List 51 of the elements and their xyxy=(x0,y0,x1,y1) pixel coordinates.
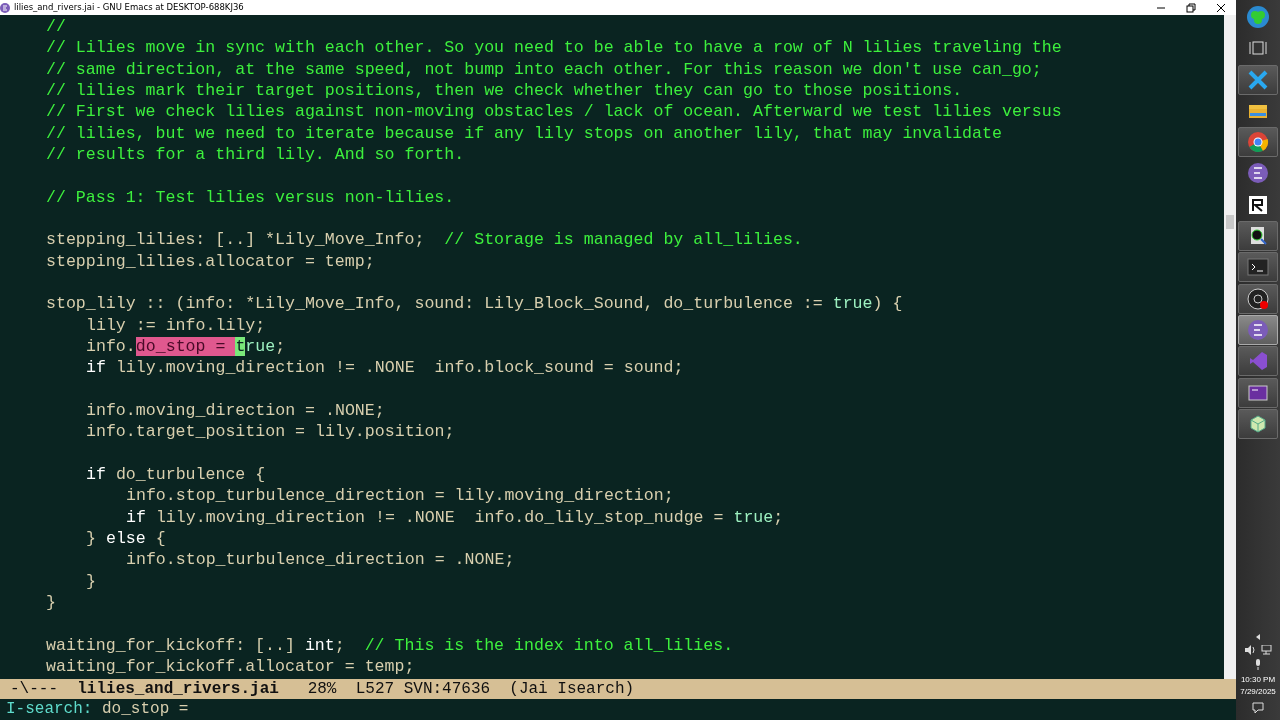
restore-icon xyxy=(1186,2,1196,13)
code-line: // Pass 1: Test lilies versus non-lilies. xyxy=(46,186,456,208)
taskbar-app[interactable] xyxy=(1238,283,1278,314)
code-line: // same direction, at the same speed, not bump into each other. For this reason we don't use can_go; xyxy=(46,58,1043,80)
search-query: do_stop = xyxy=(102,699,189,720)
taskbar-app[interactable] xyxy=(1238,221,1278,252)
scrollbar-thumb[interactable] xyxy=(1226,215,1234,229)
search-prompt: I-search: xyxy=(6,699,93,720)
terminal-icon xyxy=(1247,256,1269,279)
speaker-icon[interactable] xyxy=(1244,645,1256,655)
code-line: // First we check lilies against non-moving obstacles / lack of ocean. Afterward we test lilies versus xyxy=(46,101,1063,123)
code-line: // Lilies move in sync with each other. So you need to be able to have a row of N lilies traveling the xyxy=(46,37,1063,59)
code-line: // lilies mark their target positions, then we check whether they can go to those positions. xyxy=(46,80,964,102)
microphone-icon[interactable] xyxy=(1254,659,1262,670)
code-line: info.moving_direction = .NONE; xyxy=(86,399,386,422)
code-line: info.stop_turbulence_direction = lily.moving_direction; xyxy=(126,485,675,507)
code-line: if lily.moving_direction != .NONE info.block_sound = sound; xyxy=(86,357,685,379)
emacs-icon xyxy=(1247,162,1269,185)
code-line: // xyxy=(46,16,67,38)
code-line: info.target_position = lily.position; xyxy=(86,421,456,443)
clock-date[interactable]: 7/29/2025 xyxy=(1240,686,1276,698)
chrome-icon xyxy=(1247,131,1269,154)
code-line: waiting_for_kickoff.allocator = temp; xyxy=(46,655,416,678)
chevron-icon[interactable] xyxy=(1255,633,1261,641)
code-line: stepping_lilies.allocator = temp; xyxy=(46,250,376,272)
clover-icon xyxy=(1247,6,1269,28)
network-icon[interactable] xyxy=(1260,645,1272,655)
code-line: info.stop_turbulence_direction = .NONE; xyxy=(126,549,516,571)
x-logo-icon xyxy=(1247,68,1269,91)
code-line: // results for a third lily. And so forth. xyxy=(46,143,466,166)
code-line: stepping_lilies: [..] *Lily_Move_Info; // Storage is managed by all_lilies. xyxy=(46,229,804,251)
close-icon xyxy=(1216,2,1226,13)
taskbar-app[interactable] xyxy=(1238,314,1278,345)
taskbar-app[interactable] xyxy=(1238,127,1278,158)
code-line: // lilies, but we need to iterate because if any lily stops on another lily, that may invalidate xyxy=(46,122,1003,144)
code-line: } else { xyxy=(86,527,167,550)
clock-time[interactable]: 10:30 PM xyxy=(1240,674,1276,686)
code-line: waiting_for_kickoff: [..] int; // This is the index into all_lilies. xyxy=(46,634,735,656)
code-line: if do_turbulence { xyxy=(86,463,267,486)
code-line: lily := info.lily; xyxy=(86,314,267,336)
record-icon xyxy=(1247,287,1269,310)
window-title: lilies_and_rivers.jai - GNU Emacs at DESKTOP-688KJ36 xyxy=(14,1,244,14)
code-line: } xyxy=(86,570,97,592)
notification-icon[interactable] xyxy=(1252,702,1264,714)
studio-icon xyxy=(1247,350,1269,373)
taskbar-app[interactable] xyxy=(1238,408,1278,439)
code-line: if lily.moving_direction != .NONE info.do_lily_stop_nudge = true; xyxy=(126,506,785,528)
code-line: } xyxy=(46,591,57,614)
code-line: info.do_stop = true; xyxy=(86,335,287,358)
emacs-icon xyxy=(1247,318,1269,341)
code-line: stop_lily :: (info: *Lily_Move_Info, sound: Lily_Block_Sound, do_turbulence := true) { xyxy=(46,293,904,315)
